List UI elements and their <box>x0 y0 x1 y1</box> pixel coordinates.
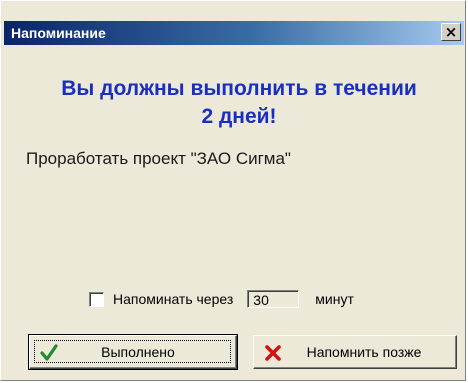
done-button[interactable]: Выполнено <box>28 334 238 370</box>
minutes-unit-label: минут <box>315 291 354 307</box>
close-button[interactable]: × <box>441 23 461 41</box>
remind-row: Напоминать через минут <box>89 288 354 310</box>
task-message: Проработать проект "ЗАО Сигма" <box>26 149 291 168</box>
heading-line-2: 2 дней! <box>201 105 277 128</box>
remind-label: Напоминать через <box>113 291 234 307</box>
minutes-input[interactable] <box>247 290 300 308</box>
heading-line-1: Вы должны выполнить в течении <box>61 77 417 100</box>
reminder-heading: Вы должны выполнить в течении 2 дней! <box>19 75 459 131</box>
reminder-dialog: Напоминание × Вы должны выполнить в тече… <box>0 0 466 381</box>
window-title: Напоминание <box>11 25 106 41</box>
title-bar[interactable]: Напоминание × <box>4 21 464 45</box>
close-icon: × <box>444 23 458 41</box>
remind-checkbox[interactable] <box>89 291 104 307</box>
remind-later-button[interactable]: Напомнить позже <box>253 335 457 369</box>
remind-later-button-label: Напомнить позже <box>306 344 422 360</box>
done-button-label: Выполнено <box>101 344 175 360</box>
